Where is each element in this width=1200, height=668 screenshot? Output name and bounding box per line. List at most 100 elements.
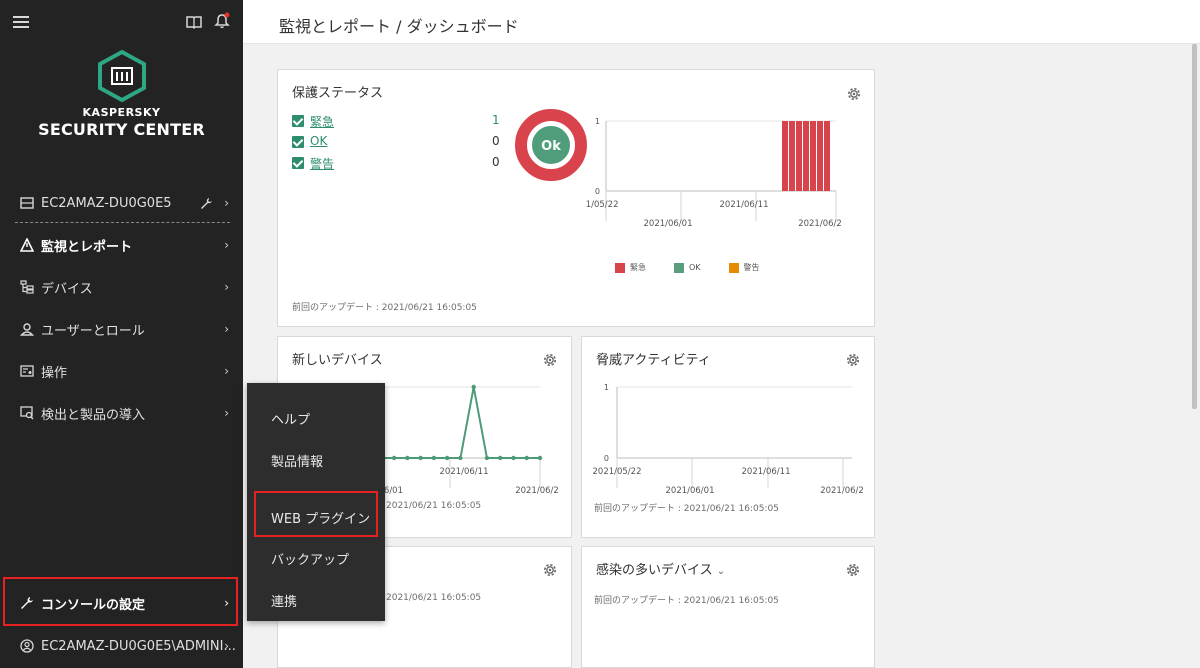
infected-devices-widget: 感染の多いデバイス ⌄ 前回のアップデート : 2021/06/21 16:05… <box>581 546 875 668</box>
x-tick-label: 2021/06/2 <box>515 486 559 496</box>
legend-swatch <box>615 262 625 273</box>
status-donut: Ok <box>515 109 587 181</box>
last-update-text: 前回のアップデート : 2021/06/21 16:05:05 <box>594 596 779 606</box>
scrollbar-thumb[interactable] <box>1192 44 1197 409</box>
y-tick-label: 0 <box>595 187 600 196</box>
bell-icon[interactable] <box>214 12 230 30</box>
data-point <box>418 455 423 461</box>
status-link-ok[interactable]: OK <box>310 134 327 148</box>
chevron-right-icon: › <box>224 406 229 420</box>
sidebar-item-label: コンソールの設定 <box>41 597 146 613</box>
status-link-critical[interactable]: 緊急 <box>310 113 334 130</box>
user-icon <box>20 323 34 336</box>
status-link-warning[interactable]: 警告 <box>310 155 334 172</box>
legend-label: OK <box>689 263 701 272</box>
account-icon <box>20 639 34 653</box>
chevron-right-icon: › <box>224 364 229 378</box>
console-settings-menu: ヘルプ 製品情報 WEB プラグイン バックアップ 連携 <box>247 383 385 621</box>
gear-icon[interactable] <box>846 86 862 102</box>
legend-warning: 警告 <box>728 262 760 273</box>
bar <box>789 121 795 191</box>
menu-item-backup[interactable]: バックアップ <box>271 549 349 568</box>
data-point <box>444 455 450 461</box>
sidebar-item-label: 操作 <box>41 365 68 381</box>
gear-icon[interactable] <box>845 352 861 368</box>
wrench-icon[interactable] <box>200 197 213 210</box>
y-tick-label: 1 <box>604 383 609 392</box>
gear-icon[interactable] <box>542 352 558 368</box>
chevron-right-icon: › <box>224 196 229 210</box>
sidebar-item-operations[interactable]: 操作 › <box>0 351 243 391</box>
legend-ok: OK <box>674 262 701 273</box>
sidebar-item-devices[interactable]: デバイス › <box>0 267 243 307</box>
x-tick-label: 2021/05/22 <box>586 200 619 210</box>
widget-title: 脅威アクティビティ <box>596 353 711 368</box>
y-tick-label: 0 <box>604 454 609 463</box>
scrollbar[interactable] <box>1189 44 1200 668</box>
bar <box>782 121 788 191</box>
data-point <box>471 384 476 390</box>
status-count: 1 <box>492 113 500 127</box>
legend-swatch <box>728 262 739 273</box>
sidebar-item-users-roles[interactable]: ユーザーとロール › <box>0 309 243 349</box>
bar <box>796 121 802 191</box>
sidebar-top-bar <box>0 0 243 44</box>
book-icon[interactable] <box>186 14 202 30</box>
protection-status-widget: 保護ステータス 緊急 1 OK 0 警告 0 Ok 1 0 1/05/22 20… <box>277 69 875 327</box>
menu-item-web-plugins[interactable]: WEB プラグイン <box>271 508 370 527</box>
sidebar-item-discovery[interactable]: 検出と製品の導入 › <box>0 393 243 433</box>
data-point <box>391 455 397 461</box>
x-tick-label: 2021/06/2 <box>798 219 842 229</box>
bar <box>817 121 823 191</box>
threat-activity-widget: 脅威アクティビティ 1 0 2021/05/22 2021/06/01 2021/06/… <box>581 336 875 538</box>
kaspersky-logo: KASPERSKY SECURITY CENTER <box>0 50 243 139</box>
data-point <box>537 455 543 461</box>
x-tick-label: 2021/06/01 <box>644 219 693 229</box>
chart-legend: 緊急 OK 警告 <box>615 262 760 273</box>
data-point <box>431 455 437 461</box>
legend-label: 警告 <box>743 263 760 272</box>
last-update-text: 2021/06/21 16:05:05 <box>386 501 482 511</box>
sidebar-server-item[interactable]: EC2AMAZ-DU0G0E5 › <box>0 183 243 223</box>
chevron-right-icon: › <box>224 280 229 294</box>
status-item-ok: OK 0 <box>292 134 504 155</box>
gear-icon[interactable] <box>845 562 861 578</box>
donut-label: Ok <box>541 139 561 154</box>
sidebar-divider <box>15 222 230 223</box>
gear-icon[interactable] <box>542 562 558 578</box>
chevron-right-icon: › <box>224 596 229 610</box>
chevron-right-icon: › <box>224 238 229 252</box>
sidebar-item-monitoring[interactable]: 監視とレポート › <box>0 225 243 265</box>
widget-title[interactable]: 感染の多いデバイス ⌄ <box>596 559 725 578</box>
server-icon <box>20 197 34 209</box>
warning-icon <box>20 238 34 252</box>
checkbox-ok[interactable] <box>292 136 304 148</box>
server-name: EC2AMAZ-DU0G0E5 <box>41 195 172 211</box>
sidebar: KASPERSKY SECURITY CENTER EC2AMAZ-DU0G0E… <box>0 0 243 668</box>
widget-title-text: 感染の多いデバイス <box>596 563 713 578</box>
bar <box>810 121 816 191</box>
x-tick-label: 2021/06/11 <box>720 200 769 210</box>
bar <box>824 121 830 191</box>
legend-label: 緊急 <box>630 263 646 272</box>
sidebar-item-account[interactable]: EC2AMAZ-DU0G0E5\ADMINI... › <box>0 626 243 666</box>
operations-icon <box>20 365 34 377</box>
hamburger-menu-icon[interactable] <box>12 13 30 31</box>
x-tick-label: 2021/05/22 <box>593 467 642 477</box>
chevron-down-icon[interactable]: ⌄ <box>717 566 725 577</box>
x-tick-label: 2021/06/01 <box>666 486 715 496</box>
menu-item-integration[interactable]: 連携 <box>271 591 297 610</box>
x-tick-label: 2021/06/11 <box>742 467 791 477</box>
chevron-right-icon: › <box>224 322 229 336</box>
page-header: 監視とレポート / ダッシュボード <box>243 0 1200 44</box>
x-tick-label: 2021/06/11 <box>440 467 489 477</box>
menu-item-product-info[interactable]: 製品情報 <box>271 451 323 470</box>
bar <box>803 121 809 191</box>
last-update-text: 前回のアップデート : 2021/06/21 16:05:05 <box>594 504 779 514</box>
checkbox-critical[interactable] <box>292 115 304 127</box>
status-item-critical: 緊急 1 <box>292 113 504 134</box>
sidebar-item-console-settings[interactable]: コンソールの設定 › <box>0 583 243 623</box>
checkbox-warning[interactable] <box>292 157 304 169</box>
menu-item-help[interactable]: ヘルプ <box>271 409 310 428</box>
discovery-icon <box>20 406 34 420</box>
